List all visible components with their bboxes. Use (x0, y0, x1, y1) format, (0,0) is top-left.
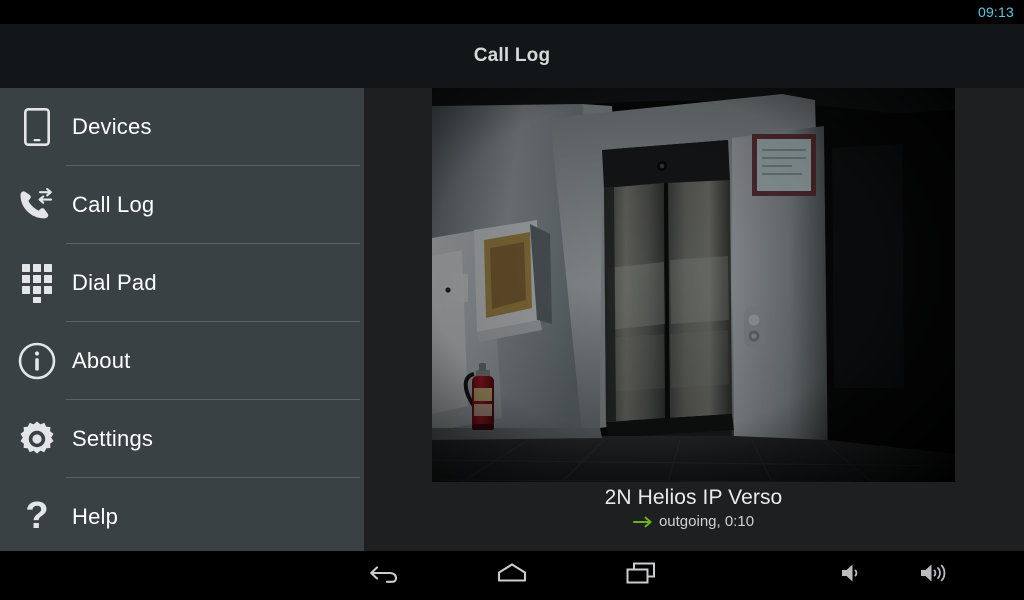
volume-down-button[interactable] (822, 551, 882, 600)
call-details-row: outgoing, 0:10 (432, 512, 955, 532)
sidebar-item-label: Devices (72, 114, 152, 139)
title-bar: Call Log (0, 24, 1024, 88)
sidebar: Devices Call Log Dial Pad About Settings… (0, 88, 364, 551)
android-navigation-bar (0, 551, 1024, 600)
sidebar-item-label: Dial Pad (72, 270, 157, 295)
sidebar-item-dial-pad[interactable]: Dial Pad (0, 244, 364, 322)
status-bar: 09:13 (0, 0, 1024, 24)
sidebar-item-devices[interactable]: Devices (0, 88, 364, 166)
smartphone-icon (16, 106, 58, 148)
sidebar-item-label: Help (72, 504, 119, 529)
sidebar-item-about[interactable]: About (0, 322, 364, 400)
call-log-icon (16, 184, 58, 226)
sidebar-item-label: Settings (72, 426, 154, 451)
call-snapshot[interactable] (432, 88, 955, 482)
home-icon (494, 561, 530, 590)
svg-text:?: ? (25, 497, 48, 537)
elevator-lobby-camera-snapshot (432, 88, 955, 482)
gear-icon (16, 418, 58, 460)
volume-up-icon (918, 561, 950, 590)
question-mark-icon: ? (16, 496, 58, 538)
back-button[interactable] (354, 551, 414, 600)
call-entry-caption: 2N Helios IP Verso outgoing, 0:10 (432, 484, 955, 532)
device-name: 2N Helios IP Verso (604, 486, 783, 509)
home-button[interactable] (482, 551, 542, 600)
recents-button[interactable] (611, 551, 671, 600)
call-details-text: outgoing, 0:10 (658, 513, 755, 530)
page-title: Call Log (473, 45, 551, 66)
volume-up-button[interactable] (904, 551, 964, 600)
sidebar-item-help[interactable]: ? Help (0, 478, 364, 551)
sidebar-item-call-log[interactable]: Call Log (0, 166, 364, 244)
content-area: 2N Helios IP Verso outgoing, 0:10 (364, 88, 1024, 551)
back-arrow-icon (368, 561, 400, 590)
info-icon (16, 340, 58, 382)
call-log-entry[interactable]: 2N Helios IP Verso outgoing, 0:10 (432, 88, 955, 551)
volume-down-icon (838, 561, 866, 590)
body-area: Devices Call Log Dial Pad About Settings… (0, 88, 1024, 551)
sidebar-item-label: Call Log (72, 192, 155, 217)
sidebar-item-label: About (72, 348, 131, 373)
sidebar-item-settings[interactable]: Settings (0, 400, 364, 478)
outgoing-arrow-icon (632, 516, 653, 528)
status-bar-clock: 09:13 (977, 4, 1014, 20)
app-root: 09:13 Call Log Devices Call Log Dial Pad… (0, 0, 1024, 600)
recents-icon (624, 560, 658, 591)
dialpad-icon (16, 262, 58, 304)
